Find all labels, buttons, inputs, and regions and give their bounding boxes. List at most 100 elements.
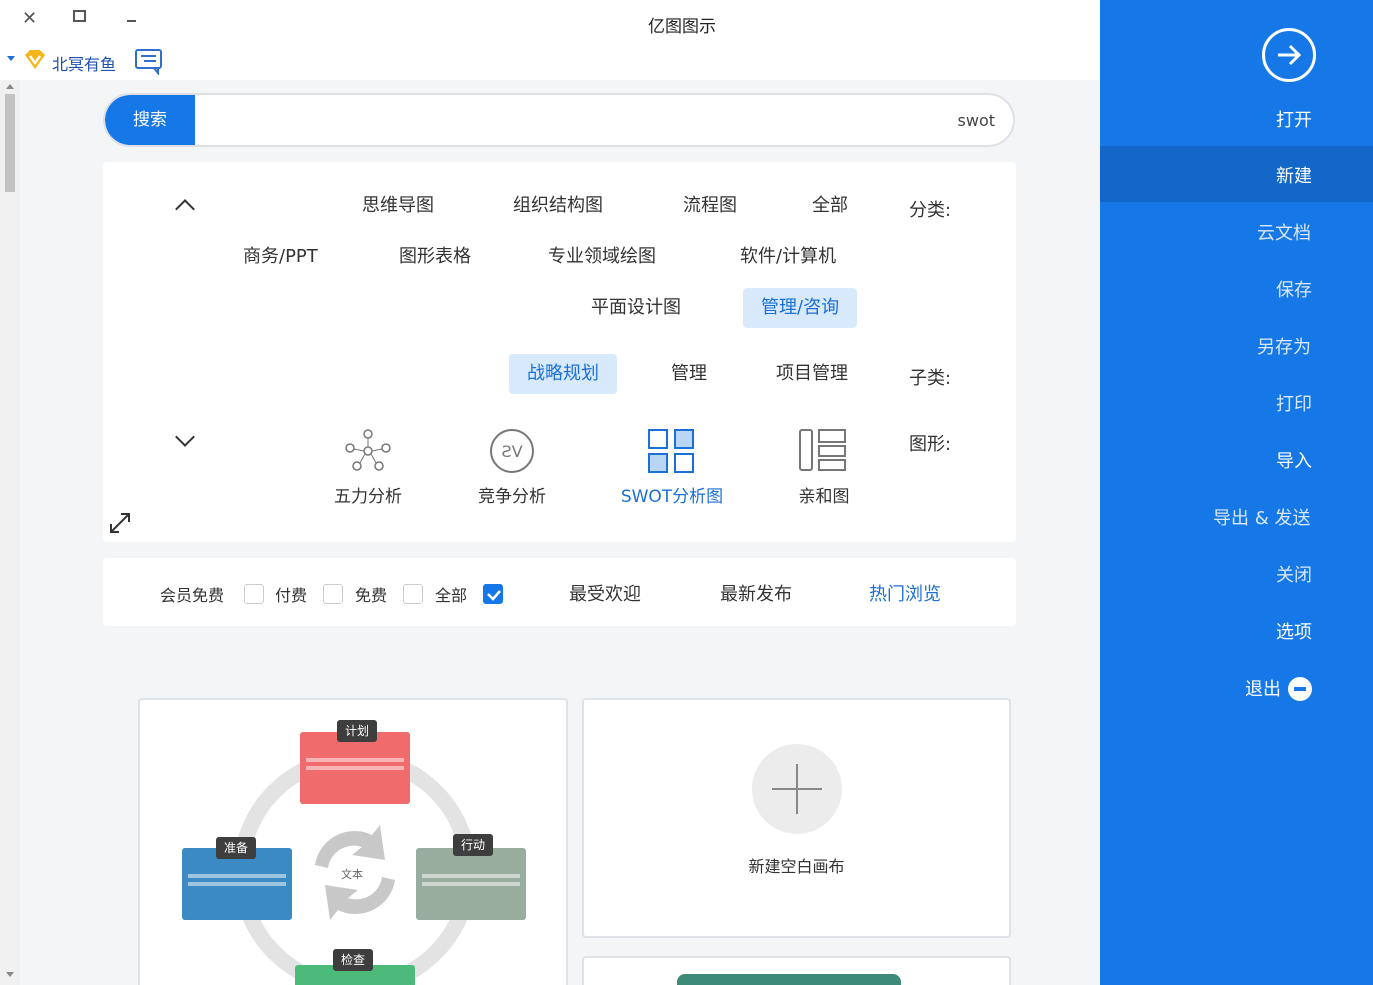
svg-text:VS: VS	[501, 442, 522, 461]
cycle-center-text: 文本	[341, 868, 363, 881]
sidebar-item-save[interactable]: 保存	[1100, 260, 1373, 316]
sort-popular[interactable]: 热门浏览	[869, 580, 941, 606]
open-icon[interactable]	[1262, 28, 1316, 82]
sort-bar: 热门浏览 最新发布 最受欢迎 全部 免费 付费 会员免费	[103, 558, 1016, 626]
shape-swot-label: SWOT分析图	[620, 487, 724, 507]
sidebar-item-label: 导出 & 发送	[1213, 508, 1311, 529]
category-flowchart[interactable]: 流程图	[665, 186, 755, 226]
subcategory-management[interactable]: 管理	[653, 354, 725, 394]
scroll-up-icon[interactable]	[6, 84, 14, 89]
minimize-window-icon[interactable]	[127, 20, 136, 22]
scroll-thumb[interactable]	[5, 94, 15, 192]
sidebar-item-label: 保存	[1276, 280, 1312, 301]
subcategory-project[interactable]: 项目管理	[758, 354, 866, 394]
shape-label: 图形:	[909, 434, 952, 455]
user-name[interactable]: 北冥有鱼	[52, 51, 116, 75]
chevron-down-icon[interactable]	[175, 427, 195, 447]
act-tag: 行动	[453, 834, 494, 856]
five-forces-icon	[345, 429, 391, 471]
vertical-scrollbar[interactable]	[0, 80, 20, 985]
shape-five-forces[interactable]: 五力分析	[308, 428, 428, 507]
template-card[interactable]: 文本 计划 行动 准备 检查	[138, 698, 568, 985]
price-all-checkbox[interactable]	[483, 584, 503, 604]
chevron-up-icon[interactable]	[175, 199, 195, 219]
sidebar-item-import[interactable]: 导入	[1100, 431, 1373, 487]
category-graphic-design[interactable]: 平面设计图	[573, 288, 699, 328]
sidebar-item-new[interactable]: 新建	[1100, 146, 1373, 202]
template-preview-header	[677, 974, 901, 985]
swot-grid-icon	[648, 429, 694, 473]
sidebar-item-label: 打开	[1276, 110, 1312, 131]
sidebar-item-label: 新建	[1276, 166, 1312, 187]
price-all-label: 全部	[435, 586, 468, 605]
template-card[interactable]	[582, 956, 1011, 985]
expand-icon[interactable]	[107, 510, 133, 536]
plus-icon	[752, 744, 842, 834]
sidebar-item-label: 导入	[1276, 451, 1312, 472]
chevron-down-icon[interactable]	[7, 56, 15, 61]
sidebar-item-close[interactable]: 关闭	[1100, 545, 1373, 601]
sort-newest[interactable]: 最新发布	[720, 580, 792, 606]
shape-affinity-label: 亲和图	[798, 487, 850, 507]
shape-swot[interactable]: SWOT分析图	[612, 428, 732, 507]
sidebar-item-export[interactable]: 导出 & 发送	[1100, 488, 1373, 544]
scroll-down-icon[interactable]	[6, 972, 14, 977]
shape-five-forces-label: 五力分析	[334, 487, 402, 507]
window-title: 亿图图示	[648, 17, 716, 37]
price-paid-checkbox[interactable]	[323, 584, 343, 604]
shape-competition[interactable]: VS 竞争分析	[452, 428, 572, 507]
sidebar-item-print[interactable]: 打印	[1100, 374, 1373, 430]
shape-affinity[interactable]: 亲和图	[764, 428, 884, 507]
category-professional[interactable]: 专业领域绘图	[530, 237, 674, 277]
subcategory-strategy[interactable]: 战略规划	[509, 354, 617, 394]
category-org-chart[interactable]: 组织结构图	[495, 186, 621, 226]
prepare-tag: 准备	[216, 837, 257, 859]
price-member-label: 会员免费	[160, 586, 225, 605]
user-account[interactable]: 北冥有鱼	[0, 44, 180, 76]
sidebar: 打开 新建 云文档 保存 另存为 打印 导入 导出 & 发送 关闭 选项 退出	[1100, 0, 1373, 985]
subcategory-label: 子类:	[909, 368, 952, 389]
sidebar-item-label: 打印	[1276, 394, 1312, 415]
vip-badge-icon	[25, 50, 45, 69]
sidebar-item-label: 云文档	[1257, 223, 1311, 244]
versus-icon: VS	[490, 429, 534, 473]
close-window-icon[interactable]: ✕	[22, 8, 37, 29]
search-button[interactable]: 搜索	[105, 95, 195, 145]
search-input[interactable]	[205, 95, 995, 145]
sort-favorite[interactable]: 最受欢迎	[569, 580, 641, 606]
act-box	[416, 848, 526, 920]
sidebar-item-open[interactable]: 打开	[1100, 90, 1373, 146]
category-software[interactable]: 软件/计算机	[722, 237, 854, 277]
title-bar: ✕ 亿图图示	[0, 0, 1100, 42]
sidebar-item-cloud[interactable]: 云文档	[1100, 203, 1373, 259]
arrow-right-icon	[1278, 44, 1302, 66]
category-management[interactable]: 管理/咨询	[743, 288, 858, 328]
filter-panel: 分类: 全部 流程图 组织结构图 思维导图 软件/计算机 专业领域绘图 图形表格…	[103, 162, 1016, 542]
sidebar-item-options[interactable]: 选项	[1100, 602, 1373, 658]
search-box: 搜索	[103, 93, 1015, 147]
new-blank-card[interactable]: 新建空白画布	[582, 698, 1011, 938]
price-free-label: 免费	[355, 586, 388, 605]
category-mind-map[interactable]: 思维导图	[344, 186, 452, 226]
price-member-checkbox[interactable]	[244, 584, 264, 604]
minus-circle-icon	[1288, 677, 1312, 701]
plan-tag: 计划	[337, 720, 378, 742]
sidebar-item-exit[interactable]: 退出	[1100, 659, 1373, 715]
category-label: 分类:	[909, 200, 952, 221]
maximize-window-icon[interactable]	[73, 10, 86, 22]
plan-box	[300, 732, 410, 804]
new-blank-label: 新建空白画布	[748, 857, 845, 876]
sidebar-item-label: 关闭	[1276, 565, 1312, 586]
price-free-checkbox[interactable]	[403, 584, 423, 604]
check-tag: 检查	[333, 949, 374, 971]
message-icon[interactable]	[132, 47, 164, 75]
sidebar-item-save-as[interactable]: 另存为	[1100, 317, 1373, 373]
price-paid-label: 付费	[275, 586, 308, 605]
category-business-ppt[interactable]: 商务/PPT	[225, 237, 336, 277]
sidebar-item-label: 退出	[1245, 679, 1281, 700]
sidebar-item-label: 另存为	[1257, 337, 1311, 358]
shape-competition-label: 竞争分析	[478, 487, 546, 507]
category-all[interactable]: 全部	[794, 186, 866, 226]
category-tables[interactable]: 图形表格	[381, 237, 489, 277]
affinity-diagram-icon	[799, 429, 846, 471]
